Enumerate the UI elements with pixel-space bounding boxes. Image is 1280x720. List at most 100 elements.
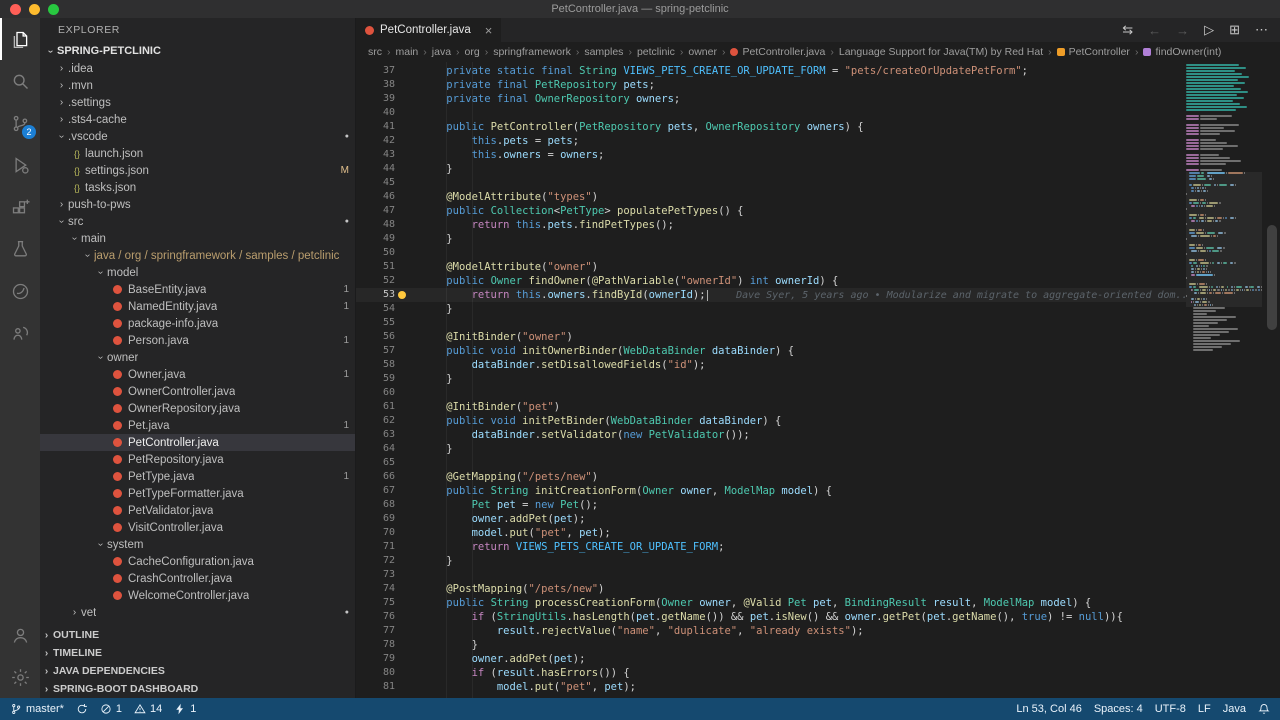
run-debug-icon[interactable] bbox=[0, 144, 40, 186]
code-line-52[interactable]: 52 public Owner findOwner(@PathVariable(… bbox=[356, 274, 1186, 288]
code-line-60[interactable]: 60 bbox=[356, 386, 1186, 400]
test-icon[interactable] bbox=[0, 228, 40, 270]
close-tab-icon[interactable]: × bbox=[485, 23, 493, 38]
code-line-44[interactable]: 44 } bbox=[356, 162, 1186, 176]
explorer-icon[interactable] bbox=[0, 18, 40, 60]
tree-item-welcomecontroller-java[interactable]: WelcomeController.java bbox=[40, 587, 355, 604]
tree-item-idea[interactable]: ›.idea bbox=[40, 60, 355, 77]
sidebar-section-spring-boot-dashboard[interactable]: ›SPRING-BOOT DASHBOARD bbox=[40, 680, 355, 698]
tree-root-spring-petclinic[interactable]: › SPRING-PETCLINIC bbox=[40, 42, 355, 60]
code-line-79[interactable]: 79 owner.addPet(pet); bbox=[356, 652, 1186, 666]
tree-item-settings[interactable]: ›.settings bbox=[40, 94, 355, 111]
code-line-63[interactable]: 63 dataBinder.setValidator(new PetValida… bbox=[356, 428, 1186, 442]
tree-item-system[interactable]: ›system bbox=[40, 536, 355, 553]
tree-item-src[interactable]: ›src● bbox=[40, 213, 355, 230]
code-editor[interactable]: 37 private static final String VIEWS_PET… bbox=[356, 62, 1280, 698]
tree-item-person-java[interactable]: Person.java1 bbox=[40, 332, 355, 349]
tree-item-vet[interactable]: ›vet● bbox=[40, 604, 355, 621]
code-line-68[interactable]: 68 Pet pet = new Pet(); bbox=[356, 498, 1186, 512]
code-line-80[interactable]: 80 if (result.hasErrors()) { bbox=[356, 666, 1186, 680]
minimap[interactable] bbox=[1186, 62, 1262, 698]
close-button[interactable] bbox=[10, 4, 21, 15]
breadcrumb-item-samples[interactable]: samples bbox=[584, 46, 623, 58]
status-language-mode[interactable]: Java bbox=[1223, 703, 1246, 715]
status-live-reload[interactable]: 1 bbox=[174, 703, 196, 715]
code-line-64[interactable]: 64 } bbox=[356, 442, 1186, 456]
tree-item-namedentity-java[interactable]: NamedEntity.java1 bbox=[40, 298, 355, 315]
status-encoding[interactable]: UTF-8 bbox=[1155, 703, 1186, 715]
tree-item-cacheconfiguration-java[interactable]: CacheConfiguration.java bbox=[40, 553, 355, 570]
live-share-icon[interactable] bbox=[0, 312, 40, 354]
nav-back-icon[interactable]: ← bbox=[1148, 23, 1161, 38]
tree-item-visitcontroller-java[interactable]: VisitController.java bbox=[40, 519, 355, 536]
code-line-57[interactable]: 57 public void initOwnerBinder(WebDataBi… bbox=[356, 344, 1186, 358]
code-line-40[interactable]: 40 bbox=[356, 106, 1186, 120]
status-branch[interactable]: master* bbox=[10, 703, 64, 715]
breadcrumb-item-petclinic[interactable]: petclinic bbox=[637, 46, 675, 58]
tree-item-petrepository-java[interactable]: PetRepository.java bbox=[40, 451, 355, 468]
run-icon[interactable]: ▷ bbox=[1204, 22, 1214, 38]
code-line-49[interactable]: 49 } bbox=[356, 232, 1186, 246]
tree-item-vscode[interactable]: ›.vscode● bbox=[40, 128, 355, 145]
minimize-button[interactable] bbox=[29, 4, 40, 15]
code-line-58[interactable]: 58 dataBinder.setDisallowedFields("id"); bbox=[356, 358, 1186, 372]
status-sync[interactable] bbox=[76, 703, 88, 715]
code-line-65[interactable]: 65 bbox=[356, 456, 1186, 470]
tree-item-pet-java[interactable]: Pet.java1 bbox=[40, 417, 355, 434]
breadcrumb-item-petcontroller-java[interactable]: PetController.java bbox=[730, 46, 825, 58]
code-line-39[interactable]: 39 private final OwnerRepository owners; bbox=[356, 92, 1186, 106]
code-line-74[interactable]: 74 @PostMapping("/pets/new") bbox=[356, 582, 1186, 596]
account-icon[interactable] bbox=[0, 614, 40, 656]
status-eol[interactable]: LF bbox=[1198, 703, 1211, 715]
code-line-51[interactable]: 51 @ModelAttribute("owner") bbox=[356, 260, 1186, 274]
code-line-61[interactable]: 61 @InitBinder("pet") bbox=[356, 400, 1186, 414]
code-line-50[interactable]: 50 bbox=[356, 246, 1186, 260]
code-line-56[interactable]: 56 @InitBinder("owner") bbox=[356, 330, 1186, 344]
tree-item-pettypeformatter-java[interactable]: PetTypeFormatter.java bbox=[40, 485, 355, 502]
split-editor-icon[interactable]: ⊞ bbox=[1229, 22, 1240, 38]
tree-item-ownercontroller-java[interactable]: OwnerController.java bbox=[40, 383, 355, 400]
code-line-69[interactable]: 69 owner.addPet(pet); bbox=[356, 512, 1186, 526]
tree-item-sts4-cache[interactable]: ›.sts4-cache bbox=[40, 111, 355, 128]
tree-item-pettype-java[interactable]: PetType.java1 bbox=[40, 468, 355, 485]
status-warnings[interactable]: 14 bbox=[134, 703, 162, 715]
code-line-77[interactable]: 77 result.rejectValue("name", "duplicate… bbox=[356, 624, 1186, 638]
code-line-78[interactable]: 78 } bbox=[356, 638, 1186, 652]
tree-item-tasks-json[interactable]: {}tasks.json bbox=[40, 179, 355, 196]
tree-item-owner-java[interactable]: Owner.java1 bbox=[40, 366, 355, 383]
breadcrumb-item-petcontroller[interactable]: PetController bbox=[1057, 46, 1130, 58]
sidebar-section-outline[interactable]: ›OUTLINE bbox=[40, 626, 355, 644]
code-line-76[interactable]: 76 if (StringUtils.hasLength(pet.getName… bbox=[356, 610, 1186, 624]
code-line-38[interactable]: 38 private final PetRepository pets; bbox=[356, 78, 1186, 92]
zoom-button[interactable] bbox=[48, 4, 59, 15]
minimap-viewport[interactable] bbox=[1186, 172, 1262, 307]
lightbulb-icon[interactable] bbox=[398, 291, 406, 299]
code-line-45[interactable]: 45 bbox=[356, 176, 1186, 190]
breadcrumb-item-main[interactable]: main bbox=[396, 46, 419, 58]
code-line-43[interactable]: 43 this.owners = owners; bbox=[356, 148, 1186, 162]
source-control-icon[interactable]: 2 bbox=[0, 102, 40, 144]
code-line-53[interactable]: 53 return this.owners.findById(ownerId);… bbox=[356, 288, 1186, 302]
extensions-icon[interactable] bbox=[0, 186, 40, 228]
tree-item-ownerrepository-java[interactable]: OwnerRepository.java bbox=[40, 400, 355, 417]
settings-icon[interactable] bbox=[0, 656, 40, 698]
tree-item-mvn[interactable]: ›.mvn bbox=[40, 77, 355, 94]
search-icon[interactable] bbox=[0, 60, 40, 102]
tree-item-petcontroller-java[interactable]: PetController.java bbox=[40, 434, 355, 451]
sidebar-section-timeline[interactable]: ›TIMELINE bbox=[40, 644, 355, 662]
status-notifications[interactable] bbox=[1258, 703, 1270, 715]
tree-item-crashcontroller-java[interactable]: CrashController.java bbox=[40, 570, 355, 587]
code-line-73[interactable]: 73 bbox=[356, 568, 1186, 582]
code-line-59[interactable]: 59 } bbox=[356, 372, 1186, 386]
code-line-48[interactable]: 48 return this.pets.findPetTypes(); bbox=[356, 218, 1186, 232]
breadcrumb-item-owner[interactable]: owner bbox=[688, 46, 717, 58]
code-line-55[interactable]: 55 bbox=[356, 316, 1186, 330]
tree-item-petvalidator-java[interactable]: PetValidator.java bbox=[40, 502, 355, 519]
status-errors[interactable]: 1 bbox=[100, 703, 122, 715]
breadcrumb-item-language-support-for-java-tm-by-red-hat[interactable]: Language Support for Java(TM) by Red Hat bbox=[839, 46, 1043, 58]
code-line-54[interactable]: 54 } bbox=[356, 302, 1186, 316]
code-line-41[interactable]: 41 public PetController(PetRepository pe… bbox=[356, 120, 1186, 134]
open-changes-icon[interactable]: ⇆ bbox=[1122, 22, 1133, 38]
breadcrumb-item-springframework[interactable]: springframework bbox=[493, 46, 571, 58]
vertical-scrollbar[interactable] bbox=[1267, 225, 1277, 330]
